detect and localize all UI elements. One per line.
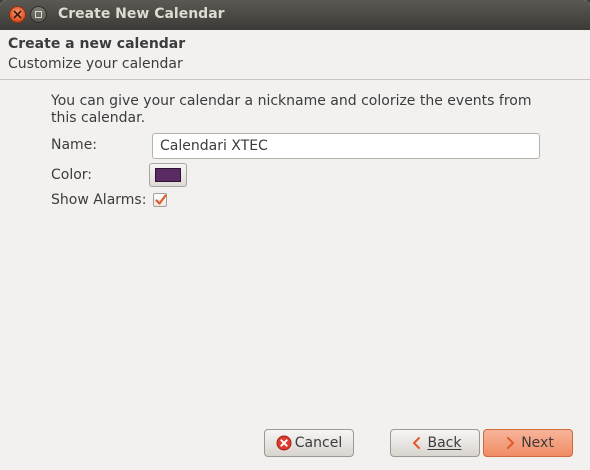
back-label: Back (427, 435, 462, 451)
close-icon (13, 10, 22, 19)
color-swatch (155, 168, 181, 182)
back-button[interactable]: Back (390, 429, 480, 457)
dialog-window: Create New Calendar Create a new calenda… (0, 0, 590, 470)
show-alarms-checkbox[interactable] (153, 193, 167, 207)
back-arrow-icon (412, 437, 420, 449)
close-window-button[interactable] (9, 6, 26, 23)
wizard-content: You can give your calendar a nickname an… (0, 81, 590, 470)
wizard-header: Create a new calendar Customize your cal… (0, 30, 590, 80)
next-button[interactable]: Next (483, 429, 573, 457)
cancel-button[interactable]: Cancel (264, 429, 354, 457)
description-text: You can give your calendar a nickname an… (51, 93, 532, 126)
title-bar[interactable]: Create New Calendar (0, 0, 590, 30)
maximize-icon (35, 11, 42, 18)
next-arrow-icon (507, 437, 515, 449)
name-label: Name: (51, 137, 98, 153)
cancel-icon (276, 435, 292, 451)
wizard-page-subtitle: Customize your calendar (8, 56, 183, 72)
checkmark-icon (155, 194, 167, 205)
wizard-page-title: Create a new calendar (8, 36, 186, 52)
next-label: Next (521, 435, 554, 451)
window-title: Create New Calendar (58, 6, 225, 22)
cancel-label: Cancel (294, 435, 343, 451)
color-label: Color: (51, 167, 93, 183)
color-picker-button[interactable] (149, 163, 187, 187)
calendar-name-input[interactable] (152, 133, 540, 159)
show-alarms-label: Show Alarms: (51, 192, 147, 208)
maximize-window-button[interactable] (30, 6, 47, 23)
